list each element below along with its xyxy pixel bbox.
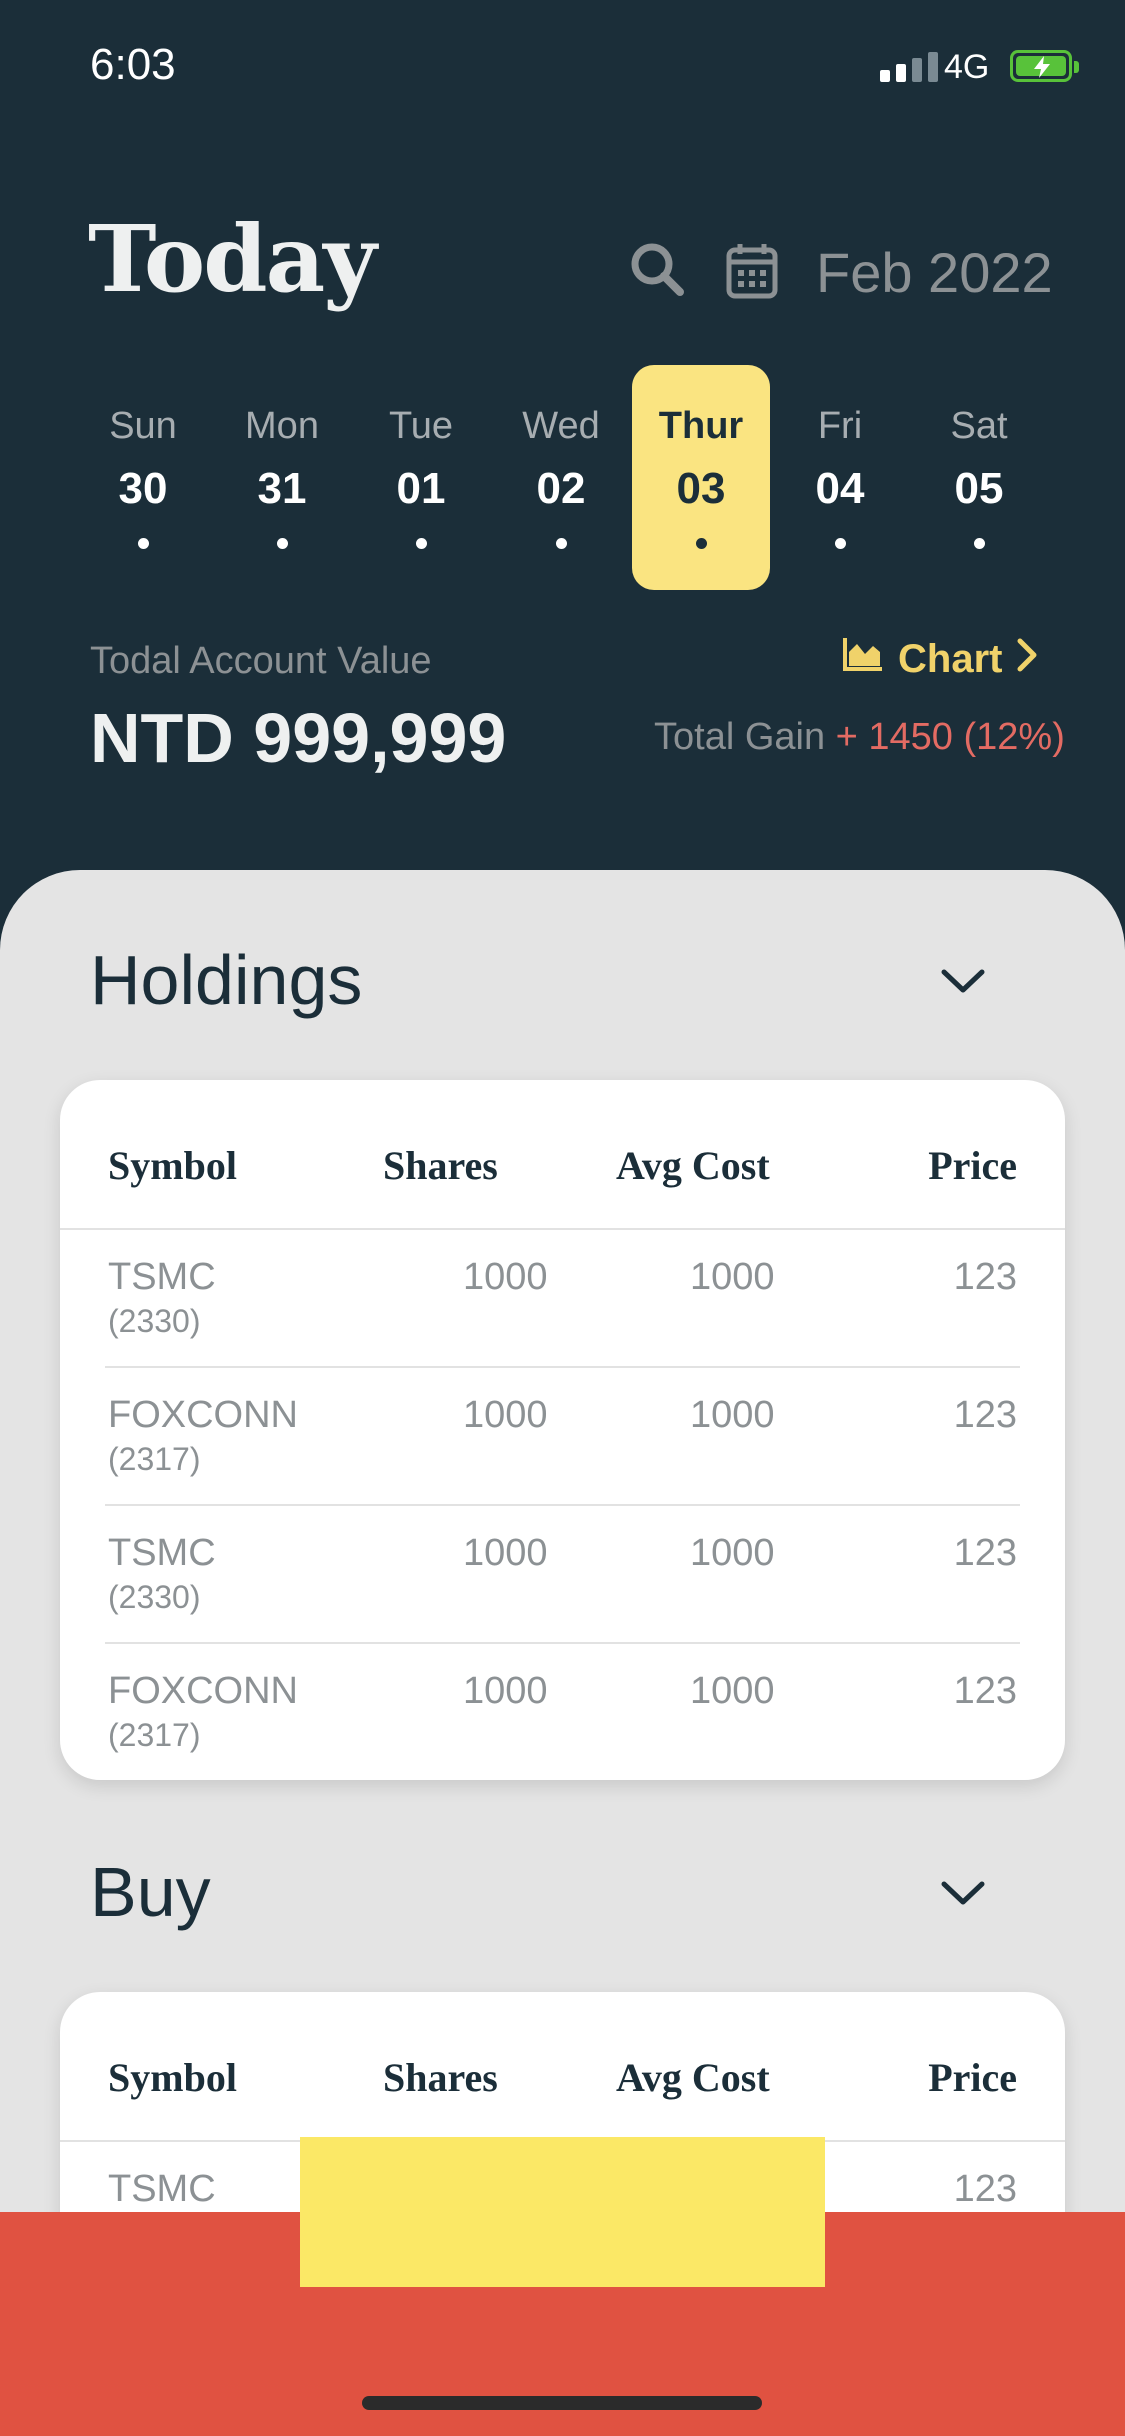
day-fri[interactable]: Fri 04 xyxy=(771,365,909,590)
day-thur[interactable]: Thur 03 xyxy=(632,365,770,590)
chevron-right-icon xyxy=(1016,637,1038,682)
total-gain-label: Total Gain xyxy=(654,716,826,758)
day-dot xyxy=(415,538,427,549)
chart-button[interactable]: Chart xyxy=(842,636,1038,682)
day-date: 30 xyxy=(118,464,168,513)
price-cell: 123 xyxy=(953,1532,1017,1574)
symbol-cell: FOXCONN (2317) xyxy=(108,1670,298,1754)
day-name: Mon xyxy=(245,405,319,447)
avg-cost-cell: 1000 xyxy=(690,1394,775,1436)
symbol-name: FOXCONN xyxy=(108,1670,298,1712)
day-name: Fri xyxy=(817,405,863,447)
table-header: Symbol Shares Avg Cost Price xyxy=(60,1080,1065,1230)
shares-cell: 1000 xyxy=(463,1670,548,1712)
shares-cell: 1000 xyxy=(463,1532,548,1574)
day-name: Sun xyxy=(109,405,177,447)
column-price: Price xyxy=(928,1143,1017,1188)
price-cell: 123 xyxy=(953,1256,1017,1298)
holdings-table: Symbol Shares Avg Cost Price TSMC (2330) … xyxy=(60,1080,1065,1780)
account-value-label: Todal Account Value xyxy=(90,640,432,682)
day-date: 04 xyxy=(815,464,865,513)
chevron-down-icon[interactable] xyxy=(938,962,988,1006)
network-label: 4G xyxy=(944,48,990,86)
table-row[interactable]: TSMC (2330) 1000 1000 123 xyxy=(105,1230,1020,1368)
price-cell: 123 xyxy=(953,2168,1017,2210)
symbol-code: (2330) xyxy=(108,1579,201,1615)
day-tue[interactable]: Tue 01 xyxy=(352,365,490,590)
account-value: NTD 999,999 xyxy=(90,699,507,777)
day-dot xyxy=(973,538,985,549)
day-mon[interactable]: Mon 31 xyxy=(213,365,351,590)
chart-label: Chart xyxy=(898,636,1003,681)
area-chart-icon xyxy=(842,636,884,682)
column-avg-cost: Avg Cost xyxy=(616,2055,770,2100)
column-shares: Shares xyxy=(383,1143,498,1188)
buy-title: Buy xyxy=(90,1853,211,1931)
total-gain: Total Gain + 1450 (12%) xyxy=(654,716,1065,759)
price-cell: 123 xyxy=(953,1670,1017,1712)
symbol-cell: TSMC xyxy=(108,2168,216,2210)
table-row[interactable]: FOXCONN (2317) 1000 1000 123 xyxy=(105,1644,1020,1782)
column-symbol: Symbol xyxy=(108,2055,237,2100)
symbol-code: (2317) xyxy=(108,1441,201,1477)
column-avg-cost: Avg Cost xyxy=(616,1143,770,1188)
day-date: 02 xyxy=(536,464,586,513)
column-symbol: Symbol xyxy=(108,1143,237,1188)
day-dot xyxy=(695,538,707,549)
signal-icon xyxy=(880,52,938,82)
day-wed[interactable]: Wed 02 xyxy=(492,365,630,590)
symbol-cell: FOXCONN (2317) xyxy=(108,1394,298,1478)
day-name: Sat xyxy=(950,405,1008,447)
symbol-name: TSMC xyxy=(108,1532,216,1574)
action-button[interactable] xyxy=(300,2137,825,2287)
symbol-name: FOXCONN xyxy=(108,1394,298,1436)
column-price: Price xyxy=(928,2055,1017,2100)
chevron-down-icon[interactable] xyxy=(938,1874,988,1918)
symbol-cell: TSMC (2330) xyxy=(108,1256,216,1340)
battery-icon xyxy=(1010,50,1079,82)
search-icon[interactable] xyxy=(628,240,686,302)
day-name: Wed xyxy=(522,405,600,447)
day-dot xyxy=(276,538,288,549)
symbol-code: (2330) xyxy=(108,1303,201,1339)
day-dot xyxy=(137,538,149,549)
day-dot xyxy=(834,538,846,549)
status-time: 6:03 xyxy=(90,40,176,89)
day-name: Thur xyxy=(658,405,744,447)
shares-cell: 1000 xyxy=(463,1256,548,1298)
page-title: Today xyxy=(88,205,377,313)
total-gain-value: + 1450 (12%) xyxy=(835,716,1065,758)
table-header: Symbol Shares Avg Cost Price xyxy=(60,1992,1065,2142)
day-sun[interactable]: Sun 30 xyxy=(74,365,212,590)
day-sat[interactable]: Sat 05 xyxy=(910,365,1048,590)
symbol-name: TSMC xyxy=(108,1256,216,1298)
symbol-code: (2317) xyxy=(108,1717,201,1753)
day-dot xyxy=(555,538,567,549)
home-indicator xyxy=(362,2396,762,2410)
day-date: 01 xyxy=(396,464,446,513)
price-cell: 123 xyxy=(953,1394,1017,1436)
day-date: 03 xyxy=(676,464,726,513)
avg-cost-cell: 1000 xyxy=(690,1532,775,1574)
table-row[interactable]: TSMC (2330) 1000 1000 123 xyxy=(105,1506,1020,1644)
avg-cost-cell: 1000 xyxy=(690,1670,775,1712)
column-shares: Shares xyxy=(383,2055,498,2100)
day-date: 31 xyxy=(257,464,307,513)
table-row[interactable]: FOXCONN (2317) 1000 1000 123 xyxy=(105,1368,1020,1506)
calendar-icon[interactable] xyxy=(726,242,778,304)
day-name: Tue xyxy=(388,405,454,447)
day-date: 05 xyxy=(954,464,1004,513)
shares-cell: 1000 xyxy=(463,1394,548,1436)
avg-cost-cell: 1000 xyxy=(690,1256,775,1298)
month-selector[interactable]: Feb 2022 xyxy=(816,240,1053,305)
holdings-title: Holdings xyxy=(90,941,363,1019)
symbol-cell: TSMC (2330) xyxy=(108,1532,216,1616)
